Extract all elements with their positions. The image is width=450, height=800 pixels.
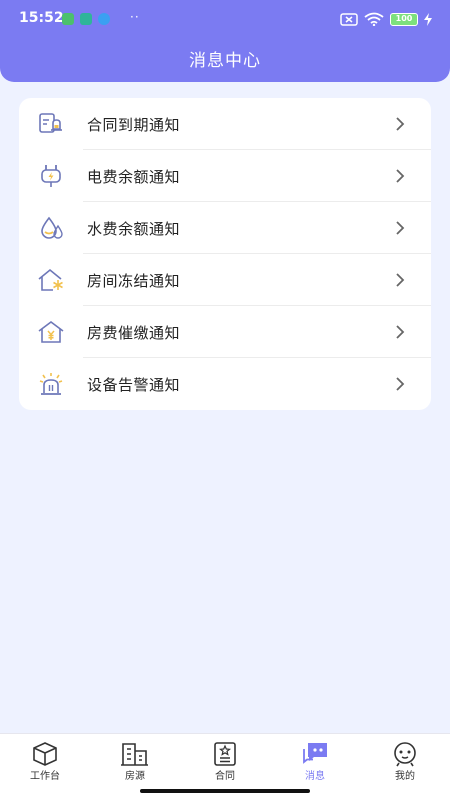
notification-row-rent-reminder[interactable]: 房费催缴通知 xyxy=(19,306,431,358)
notification-label: 设备告警通知 xyxy=(87,375,181,394)
status-system-icons: 100 xyxy=(340,12,432,26)
house-snowflake-icon xyxy=(38,268,63,291)
water-drop-icon xyxy=(41,216,63,239)
charging-bolt-icon xyxy=(424,12,432,26)
battery-indicator: 100 xyxy=(390,12,418,26)
profile-face-icon xyxy=(394,742,416,767)
document-icon xyxy=(214,742,236,766)
chevron-right-icon xyxy=(396,377,405,391)
sim-off-icon xyxy=(340,12,358,26)
status-time: 15:52 xyxy=(19,10,64,26)
chat-notification-icon xyxy=(98,13,110,25)
status-notification-icons xyxy=(62,13,110,25)
tab-label: 我的 xyxy=(395,771,415,782)
shield-notification-icon xyxy=(80,13,92,25)
chat-icon xyxy=(303,743,327,764)
wifi-icon xyxy=(364,12,384,26)
status-bar: 15:52 ·· 100 xyxy=(0,8,450,30)
notification-label: 电费余额通知 xyxy=(87,167,181,186)
notification-label: 水费余额通知 xyxy=(87,219,181,238)
notification-row-room-freeze[interactable]: 房间冻结通知 xyxy=(19,254,431,306)
chevron-right-icon xyxy=(396,169,405,183)
chevron-right-icon xyxy=(396,221,405,235)
page-title: 消息中心 xyxy=(189,51,261,71)
notification-label: 合同到期通知 xyxy=(87,115,181,134)
tab-label: 工作台 xyxy=(30,771,60,782)
contract-clock-icon xyxy=(39,113,62,133)
tab-label: 合同 xyxy=(215,771,235,782)
tab-label: 房源 xyxy=(125,771,145,782)
header: 15:52 ·· 100 消息中心 xyxy=(0,0,450,82)
buildings-icon xyxy=(121,743,148,766)
home-indicator[interactable] xyxy=(140,789,310,793)
chevron-right-icon xyxy=(396,273,405,287)
notification-row-electric-balance[interactable]: 电费余额通知 xyxy=(19,150,431,202)
tab-workbench[interactable]: 工作台 xyxy=(0,734,90,800)
chevron-right-icon xyxy=(396,117,405,131)
chevron-right-icon xyxy=(396,325,405,339)
tab-label: 消息 xyxy=(305,771,325,782)
notification-row-water-balance[interactable]: 水费余额通知 xyxy=(19,202,431,254)
notification-row-contract-expiry[interactable]: 合同到期通知 xyxy=(19,98,431,150)
app-notification-icon xyxy=(62,13,74,25)
notification-label: 房间冻结通知 xyxy=(87,271,181,290)
message-center-screen: 15:52 ·· 100 消息中心 合同到期通知 电费余额通知 水费余额通知 房… xyxy=(0,0,450,800)
notification-list: 合同到期通知 电费余额通知 水费余额通知 房间冻结通知 房费催缴通知 设备告警通… xyxy=(19,98,431,410)
tab-profile[interactable]: 我的 xyxy=(360,734,450,800)
notification-row-device-alarm[interactable]: 设备告警通知 xyxy=(19,358,431,410)
alarm-light-icon xyxy=(39,373,63,395)
notification-label: 房费催缴通知 xyxy=(87,323,181,342)
house-yuan-icon xyxy=(38,321,64,343)
cube-icon xyxy=(33,742,57,766)
more-notifications-dots: ·· xyxy=(130,10,140,24)
electric-plug-icon xyxy=(41,165,61,187)
